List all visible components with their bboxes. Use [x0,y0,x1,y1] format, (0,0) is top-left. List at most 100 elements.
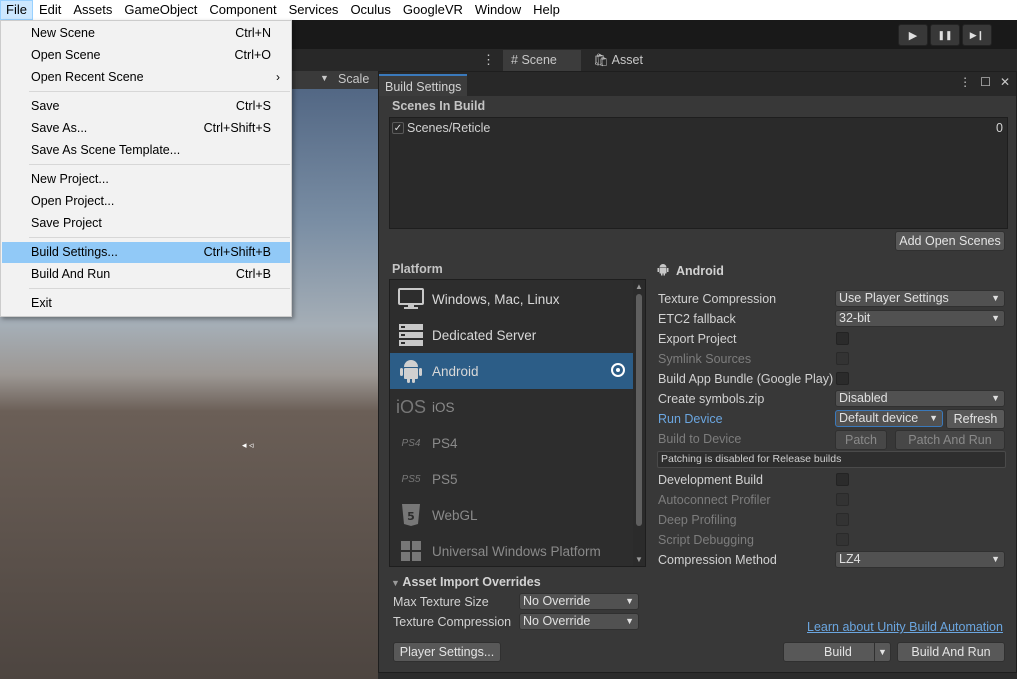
menu-item-new-project[interactable]: New Project... [2,169,290,190]
etc2-fallback-dropdown[interactable]: 32-bit ▼ [835,310,1005,327]
menu-item-shortcut: Ctrl+B [235,267,271,281]
patch-and-run-button[interactable]: Patch And Run [895,430,1005,450]
menu-separator [29,237,290,238]
max-texture-size-dropdown[interactable]: No Override ▼ [519,593,639,610]
menu-item-exit[interactable]: Exit [2,293,290,314]
texture-compression-dropdown[interactable]: Use Player Settings ▼ [835,290,1005,307]
build-app-bundle-checkbox[interactable] [836,372,849,385]
refresh-button[interactable]: Refresh [946,409,1005,429]
menu-item-build-settings[interactable]: Build Settings... Ctrl+Shift+B [2,242,290,263]
create-symbols-value: Disabled [839,391,888,405]
menu-component[interactable]: Component [203,0,282,20]
platform-scrollbar[interactable]: ▲ ▼ [633,280,645,566]
create-symbols-label: Create symbols.zip [658,392,765,406]
patch-button[interactable]: Patch [835,430,887,450]
development-build-checkbox[interactable] [836,473,849,486]
asset-import-overrides-foldout[interactable]: ▼ Asset Import Overrides [391,575,541,589]
create-symbols-dropdown[interactable]: Disabled ▼ [835,390,1005,407]
menu-services[interactable]: Services [283,0,345,20]
scene-checkbox[interactable]: ✓ [392,122,404,134]
more-options-icon[interactable]: ⋮ [482,52,495,68]
platform-item-android[interactable]: Android [390,353,633,389]
maximize-icon[interactable]: ☐ [980,75,991,89]
menu-oculus[interactable]: Oculus [344,0,396,20]
platform-item-ps5[interactable]: PS5 PS5 [390,461,633,497]
menu-item-shortcut: Ctrl+O [234,48,271,62]
platform-label-uwp: Universal Windows Platform [432,543,601,559]
build-and-run-button[interactable]: Build And Run [897,642,1005,662]
menu-item-save-as-scene-template[interactable]: Save As Scene Template... [2,140,290,161]
menu-file[interactable]: File [0,0,33,20]
build-options-dropdown[interactable]: ▼ [874,643,890,661]
player-settings-button[interactable]: Player Settings... [393,642,501,662]
run-device-label[interactable]: Run Device [658,412,723,426]
aio-texture-compression-dropdown[interactable]: No Override ▼ [519,613,639,630]
compression-method-dropdown[interactable]: LZ4 ▼ [835,551,1005,568]
menu-assets[interactable]: Assets [67,0,118,20]
menu-item-new-scene[interactable]: New Scene Ctrl+N [2,23,290,44]
menu-item-shortcut: Ctrl+N [235,26,271,40]
kebab-menu-icon[interactable]: ⋮ [959,75,971,89]
scrollbar-thumb[interactable] [636,294,642,526]
play-icon: ▶ [908,29,918,42]
export-project-label: Export Project [658,332,737,346]
platform-item-ios[interactable]: iOS iOS [390,389,633,425]
add-open-scenes-button[interactable]: Add Open Scenes [895,231,1005,251]
tab-asset-store[interactable]: 🛍 Asset Store [585,50,680,88]
menu-item-save-as[interactable]: Save As... Ctrl+Shift+S [2,118,290,139]
menu-item-open-recent-scene[interactable]: Open Recent Scene › [2,67,290,88]
build-button[interactable]: Build ▼ [783,642,891,662]
android-icon [657,263,669,279]
menu-item-open-project[interactable]: Open Project... [2,191,290,212]
chevron-down-icon[interactable]: ▼ [320,73,329,83]
step-button[interactable]: ▶❙ [962,24,992,46]
menu-help[interactable]: Help [527,0,566,20]
platform-label-ps5: PS5 [432,471,458,487]
menu-googlevr[interactable]: GoogleVR [397,0,469,20]
menu-item-save[interactable]: Save Ctrl+S [2,96,290,117]
learn-build-automation-link[interactable]: Learn about Unity Build Automation [807,620,1003,634]
window-header [379,72,1016,96]
menu-edit[interactable]: Edit [33,0,67,20]
platform-item-webgl[interactable]: 5 WebGL [390,497,633,533]
menu-item-label: New Scene [31,26,95,40]
tab-scene[interactable]: # Scene [503,50,581,71]
menu-window[interactable]: Window [469,0,527,20]
menubar: File Edit Assets GameObject Component Se… [0,0,1017,20]
run-device-dropdown[interactable]: Default device ▼ [835,410,943,427]
window-controls: ⋮ ☐ ✕ [959,75,1010,89]
menu-item-shortcut: Ctrl+S [235,99,271,113]
menu-item-save-project[interactable]: Save Project [2,213,290,234]
scroll-down-icon[interactable]: ▼ [635,555,643,564]
platform-item-ps4[interactable]: PS4 PS4 [390,425,633,461]
windows-icon [395,537,427,565]
menu-separator [29,288,290,289]
compression-method-value: LZ4 [839,552,861,566]
menu-item-label: Build Settings... [31,245,118,259]
pause-button[interactable]: ❚❚ [930,24,960,46]
asset-import-overrides-label: Asset Import Overrides [402,575,541,589]
scene-row[interactable]: ✓ Scenes/Reticle 0 [392,120,1005,136]
platform-item-windows[interactable]: Windows, Mac, Linux [390,281,633,317]
menu-item-open-scene[interactable]: Open Scene Ctrl+O [2,45,290,66]
scale-label: Scale [338,72,370,86]
play-button[interactable]: ▶ [898,24,928,46]
autoconnect-profiler-label: Autoconnect Profiler [658,493,771,507]
menu-item-label: Save As Scene Template... [31,143,181,157]
platform-item-uwp[interactable]: Universal Windows Platform [390,533,633,566]
close-icon[interactable]: ✕ [1000,75,1010,89]
scene-name: Scenes/Reticle [407,121,491,135]
menu-separator [29,91,290,92]
scroll-up-icon[interactable]: ▲ [635,282,643,291]
window-title-tab[interactable]: Build Settings [379,74,468,96]
export-project-checkbox[interactable] [836,332,849,345]
chevron-down-icon: ▼ [991,554,1000,564]
platform-list: Windows, Mac, Linux Dedicated Server And… [389,279,646,567]
aio-texture-compression-value: No Override [523,614,591,628]
menu-gameobject[interactable]: GameObject [118,0,203,20]
menu-item-label: Open Recent Scene [31,70,144,84]
script-debugging-checkbox [836,533,849,546]
platform-item-dedicated-server[interactable]: Dedicated Server [390,317,633,353]
scenes-list[interactable]: ✓ Scenes/Reticle 0 [389,117,1008,229]
menu-item-build-and-run[interactable]: Build And Run Ctrl+B [2,264,290,285]
